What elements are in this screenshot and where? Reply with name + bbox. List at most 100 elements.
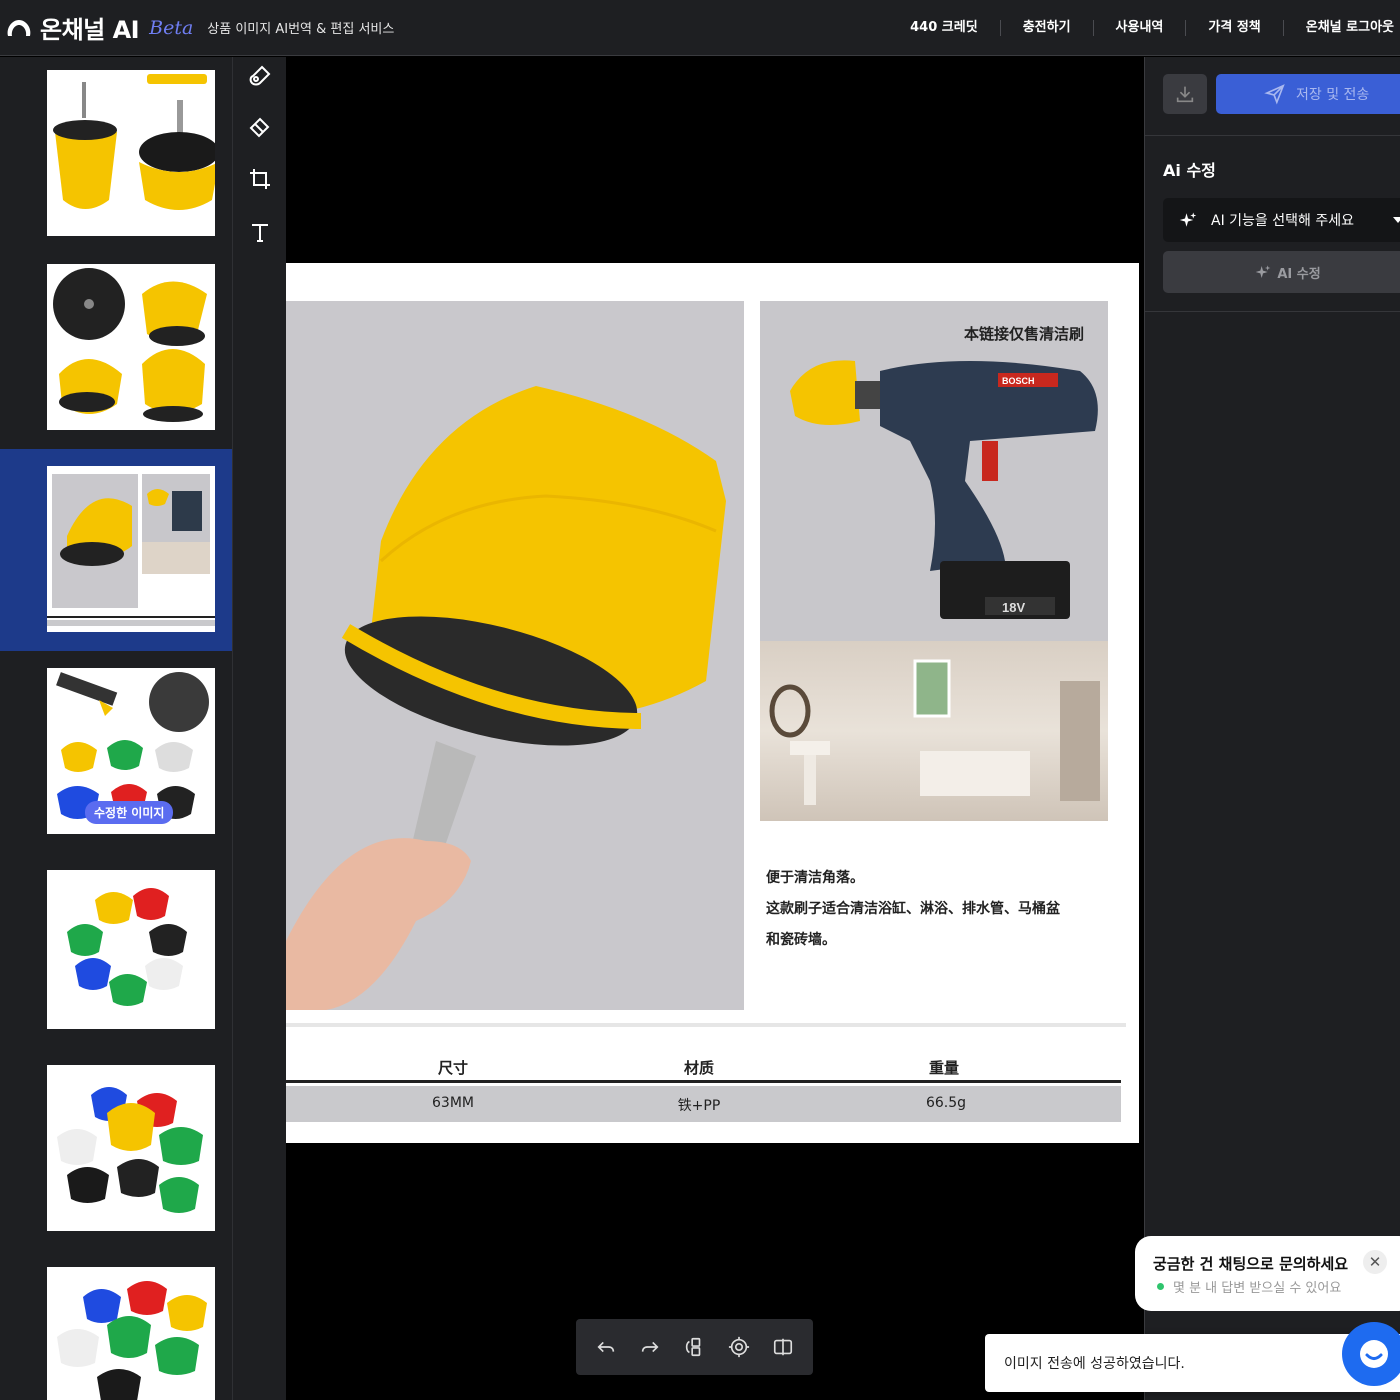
undo-icon bbox=[597, 1341, 615, 1353]
spec-header-weight: 重量 bbox=[928, 1059, 959, 1077]
description-line: 和瓷砖墙。 bbox=[766, 932, 836, 948]
nav-recharge[interactable]: 충전하기 bbox=[999, 20, 1093, 36]
brush-dimension-thumb bbox=[53, 74, 215, 210]
yellow-brush-photo bbox=[286, 386, 726, 1010]
target-icon bbox=[728, 1336, 749, 1358]
chat-bubble-icon bbox=[1360, 1340, 1388, 1368]
edited-image-badge: 수정한 이미지 bbox=[85, 801, 174, 824]
nav-logout[interactable]: 온채널 로그아웃 bbox=[1282, 20, 1400, 36]
split-view-button[interactable] bbox=[767, 1331, 799, 1363]
battery-voltage-label: 18V bbox=[1002, 600, 1025, 615]
undo-button[interactable] bbox=[590, 1331, 622, 1363]
close-icon[interactable]: ✕ bbox=[1363, 1250, 1387, 1274]
thumbnail-image[interactable]: 수정한 이미지 bbox=[47, 668, 215, 834]
redo-icon bbox=[642, 1341, 659, 1353]
thumbnail-image[interactable] bbox=[47, 70, 215, 236]
spec-header-material: 材质 bbox=[683, 1059, 714, 1077]
text-tool[interactable] bbox=[245, 217, 275, 247]
nav-pricing[interactable]: 가격 정책 bbox=[1185, 20, 1282, 36]
chat-popup-title: 궁금한 건 채팅으로 문의하세요 bbox=[1153, 1255, 1349, 1273]
save-and-send-button[interactable]: 저장 및 전송 bbox=[1216, 74, 1400, 114]
thumbnail-image[interactable] bbox=[47, 870, 215, 1029]
ai-feature-select[interactable]: AI 기능을 선택해 주세요 bbox=[1163, 198, 1400, 242]
logo-mark-icon bbox=[4, 16, 34, 40]
top-nav: 440 크레딧 충전하기 사용내역 가격 정책 온채널 로그아웃 bbox=[888, 0, 1400, 56]
top-header: 온채널 AI Beta 상품 이미지 AI번역 & 편집 서비스 440 크레딧… bbox=[0, 0, 1400, 56]
thumbnail-image[interactable] bbox=[47, 1267, 215, 1400]
thumbnail-slot[interactable] bbox=[0, 259, 232, 461]
ai-feature-select-placeholder: AI 기능을 선택해 주세요 bbox=[1211, 213, 1354, 229]
right-panel: 저장 및 전송 Ai 수정 AI 기능을 선택해 주세요 AI 수정 bbox=[1144, 57, 1400, 1400]
spec-value-weight: 66.5g bbox=[925, 1095, 967, 1111]
thumbnail-slot[interactable]: 수정한 이미지 bbox=[0, 651, 232, 853]
compare-icon bbox=[686, 1337, 701, 1357]
panel-divider bbox=[286, 1023, 1126, 1027]
ai-edit-title: Ai 수정 bbox=[1163, 161, 1216, 180]
thumbnail-image[interactable] bbox=[47, 466, 215, 632]
brush-icon bbox=[249, 65, 271, 86]
bathroom-photo bbox=[760, 641, 1108, 821]
nav-usage-history[interactable]: 사용내역 bbox=[1092, 20, 1186, 36]
credits-count: 440 크레딧 bbox=[910, 20, 978, 35]
thumbnail-slot[interactable] bbox=[0, 1051, 232, 1253]
ai-edit-button[interactable]: AI 수정 bbox=[1163, 251, 1400, 293]
eraser-icon bbox=[249, 117, 270, 138]
sparkle-icon bbox=[1179, 212, 1197, 227]
chat-launcher-button[interactable] bbox=[1342, 1322, 1400, 1386]
logo[interactable]: 온채널 AI Beta 상품 이미지 AI번역 & 편집 서비스 bbox=[4, 10, 394, 45]
chevron-down-icon bbox=[1393, 217, 1400, 223]
cordless-drill-illustration: 18V BOSCH bbox=[790, 360, 1098, 619]
thumbnail-slot[interactable] bbox=[0, 57, 232, 259]
chat-popup-subtitle: 몇 분 내 답변 받으실 수 있어요 bbox=[1173, 1281, 1342, 1296]
ai-edit-button-label: AI 수정 bbox=[1277, 266, 1321, 282]
description-line: 便于清洁角落。 bbox=[766, 870, 864, 886]
thumbnail-slot[interactable] bbox=[0, 1253, 232, 1400]
spec-value-size: 63MM bbox=[432, 1095, 474, 1111]
spec-header-size: 尺寸 bbox=[437, 1059, 468, 1077]
brush-tool[interactable] bbox=[245, 61, 275, 91]
eraser-tool[interactable] bbox=[245, 112, 275, 142]
brush-photo-panel bbox=[286, 301, 744, 1010]
drill-photo-panel: 18V BOSCH bbox=[760, 301, 1108, 821]
product-image[interactable]: 18V BOSCH 本链接仅售清洁刷 便于清洁角落。 这款刷子适合清洁浴缸、淋浴… bbox=[286, 263, 1139, 1143]
crop-icon bbox=[250, 169, 270, 189]
description-line: 这款刷子适合清洁浴缸、淋浴、排水管、马桶盆 bbox=[766, 901, 1060, 917]
download-button[interactable] bbox=[1163, 74, 1207, 114]
text-tool-icon bbox=[252, 224, 268, 242]
brush-pile-thumb bbox=[57, 1087, 203, 1213]
send-icon bbox=[1264, 84, 1285, 105]
compare-button[interactable] bbox=[678, 1331, 710, 1363]
bathroom-scene bbox=[769, 659, 1100, 805]
download-icon bbox=[1176, 86, 1194, 103]
success-toast: 이미지 전송에 성공하였습니다. bbox=[985, 1334, 1400, 1392]
spec-table-header: 尺寸 材质 重量 bbox=[286, 1053, 1121, 1083]
chat-popup[interactable]: 궁금한 건 채팅으로 문의하세요 몇 분 내 답변 받으실 수 있어요 ✕ bbox=[1135, 1236, 1400, 1311]
save-and-send-label: 저장 및 전송 bbox=[1296, 87, 1370, 103]
divider bbox=[1145, 311, 1400, 312]
brush-circle-thumb bbox=[67, 888, 187, 1006]
product-caption: 本链接仅售清洁刷 bbox=[963, 325, 1084, 343]
thumbnail-image[interactable] bbox=[47, 264, 215, 430]
thumbnail-slot-selected[interactable] bbox=[0, 449, 232, 651]
redo-button[interactable] bbox=[634, 1331, 666, 1363]
editor-canvas[interactable]: 18V BOSCH 本链接仅售清洁刷 便于清洁角落。 这款刷子适合清洁浴缸、淋浴… bbox=[286, 57, 1144, 1400]
thumbnail-slot[interactable] bbox=[0, 853, 232, 1055]
brush-angles-thumb bbox=[53, 268, 207, 422]
divider bbox=[1145, 135, 1400, 136]
thumbnail-list[interactable]: 수정한 이미지 bbox=[0, 57, 232, 1400]
split-view-icon bbox=[773, 1338, 792, 1356]
sparkle-icon bbox=[1255, 265, 1271, 278]
toast-message: 이미지 전송에 성공하였습니다. bbox=[1004, 1356, 1185, 1372]
drill-brand-label: BOSCH bbox=[1002, 376, 1035, 386]
spec-table-row: 63MM 铁+PP 66.5g bbox=[286, 1086, 1121, 1122]
online-status-dot bbox=[1157, 1283, 1164, 1290]
product-description: 便于清洁角落。 这款刷子适合清洁浴缸、淋浴、排水管、马桶盆 和瓷砖墙。 bbox=[766, 863, 1116, 956]
thumbnail-image[interactable] bbox=[47, 1065, 215, 1231]
logo-name: 온채널 AI bbox=[40, 16, 140, 44]
current-product-thumb bbox=[47, 474, 215, 626]
spec-value-material: 铁+PP bbox=[677, 1098, 721, 1114]
service-subtitle: 상품 이미지 AI번역 & 편집 서비스 bbox=[207, 22, 395, 37]
crop-tool[interactable] bbox=[245, 164, 275, 194]
focus-button[interactable] bbox=[723, 1331, 755, 1363]
brush-group-thumb bbox=[57, 1281, 207, 1400]
